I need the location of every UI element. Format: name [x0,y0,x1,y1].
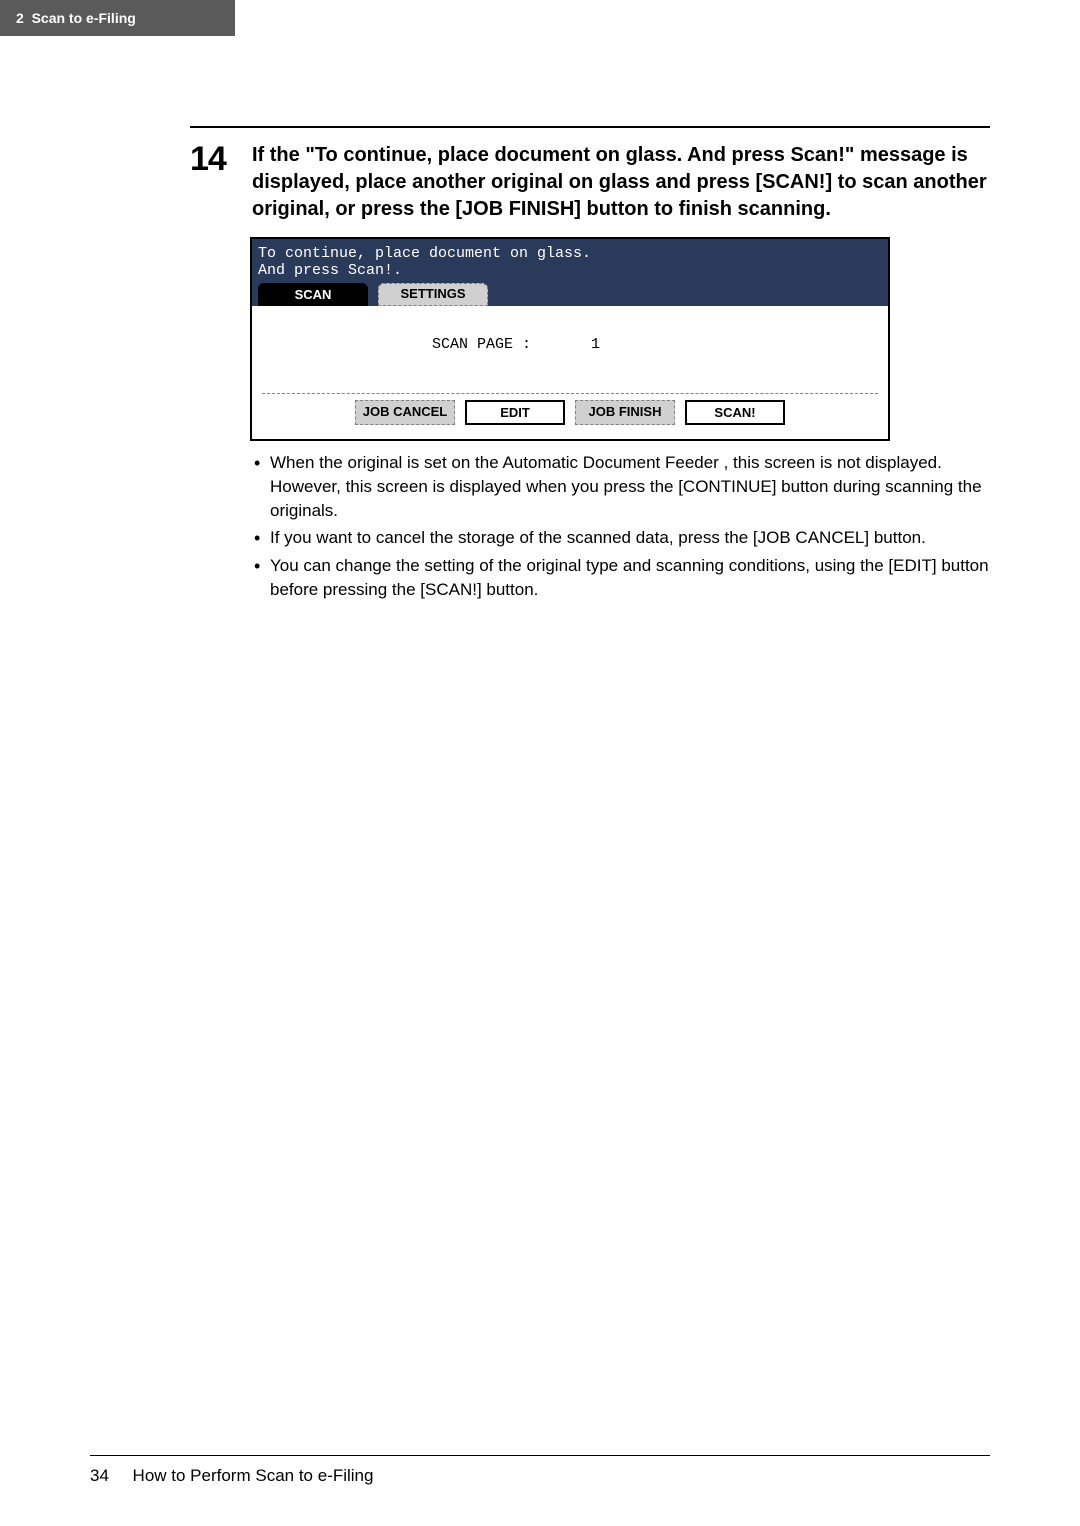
tab-scan[interactable]: SCAN [258,283,368,306]
scan-page-row: SCAN PAGE : 1 [262,336,878,353]
list-item: When the original is set on the Automati… [250,451,990,522]
chapter-title: Scan to e-Filing [32,10,136,26]
footer-text: 34 How to Perform Scan to e-Filing [90,1466,990,1486]
bullet-list: When the original is set on the Automati… [250,451,990,602]
screenshot-msg-line2: And press Scan!. [258,262,882,279]
device-screenshot: To continue, place document on glass. An… [250,237,890,441]
step-instruction: If the "To continue, place document on g… [252,142,990,223]
chapter-number: 2 [16,10,24,26]
page-footer: 34 How to Perform Scan to e-Filing [90,1455,990,1486]
edit-button[interactable]: EDIT [465,400,565,425]
page-number: 34 [90,1466,109,1485]
screenshot-msg-line1: To continue, place document on glass. [258,245,882,262]
job-cancel-button[interactable]: JOB CANCEL [355,400,455,425]
step-number: 14 [190,142,238,176]
list-item: You can change the setting of the origin… [250,554,990,602]
screenshot-separator [262,393,878,394]
screenshot-tabs: SCAN SETTINGS [258,279,882,306]
footer-title: How to Perform Scan to e-Filing [133,1466,374,1485]
scan-page-value: 1 [591,336,600,353]
job-finish-button[interactable]: JOB FINISH [575,400,675,425]
chapter-header: 2 Scan to e-Filing [0,0,235,36]
tab-settings[interactable]: SETTINGS [378,283,488,306]
content-area: 14 If the "To continue, place document o… [0,36,1080,602]
step-row: 14 If the "To continue, place document o… [190,142,990,223]
scan-page-label: SCAN PAGE : [432,336,531,353]
divider-bottom [90,1455,990,1456]
screenshot-button-row: JOB CANCEL EDIT JOB FINISH SCAN! [262,400,878,429]
divider-top [190,126,990,128]
scan-button[interactable]: SCAN! [685,400,785,425]
list-item: If you want to cancel the storage of the… [250,526,990,550]
screenshot-body: SCAN PAGE : 1 JOB CANCEL EDIT JOB FINISH… [252,306,888,439]
screenshot-topbar: To continue, place document on glass. An… [252,239,888,306]
